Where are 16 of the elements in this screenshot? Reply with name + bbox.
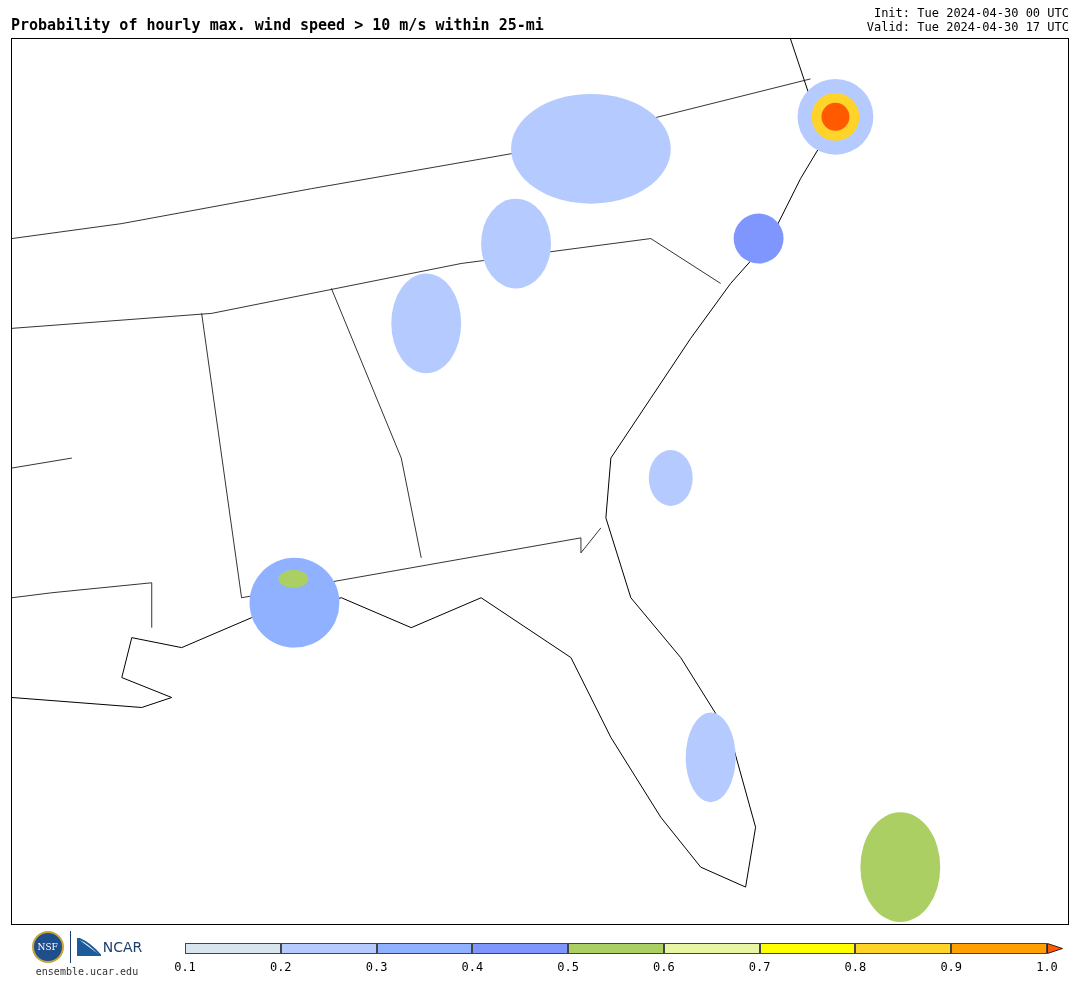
tick-label: 0.7 — [748, 960, 771, 974]
tick-label: 0.8 — [844, 960, 867, 974]
tick-label: 0.2 — [269, 960, 292, 974]
init-time: Init: Tue 2024-04-30 00 UTC — [873, 6, 1069, 20]
tick-label: 1.0 — [1036, 960, 1058, 974]
tick-label: 0.5 — [557, 960, 579, 974]
tick-label: 0.4 — [461, 960, 484, 974]
nsf-logo: NSF — [31, 931, 64, 963]
website-url: ensemble.ucar.edu — [35, 966, 139, 977]
tick-label: 0.1 — [174, 960, 196, 974]
tick-label: 0.3 — [365, 960, 388, 974]
tick-label: 0.9 — [940, 960, 963, 974]
tick-label: 0.6 — [653, 960, 675, 974]
ncar-logo: NCAR — [76, 938, 143, 956]
valid-time: Valid: Tue 2024-04-30 17 UTC — [866, 20, 1069, 34]
chart-title: Probability of hourly max. wind speed > 10 m/s within 25-mi — [11, 16, 544, 34]
